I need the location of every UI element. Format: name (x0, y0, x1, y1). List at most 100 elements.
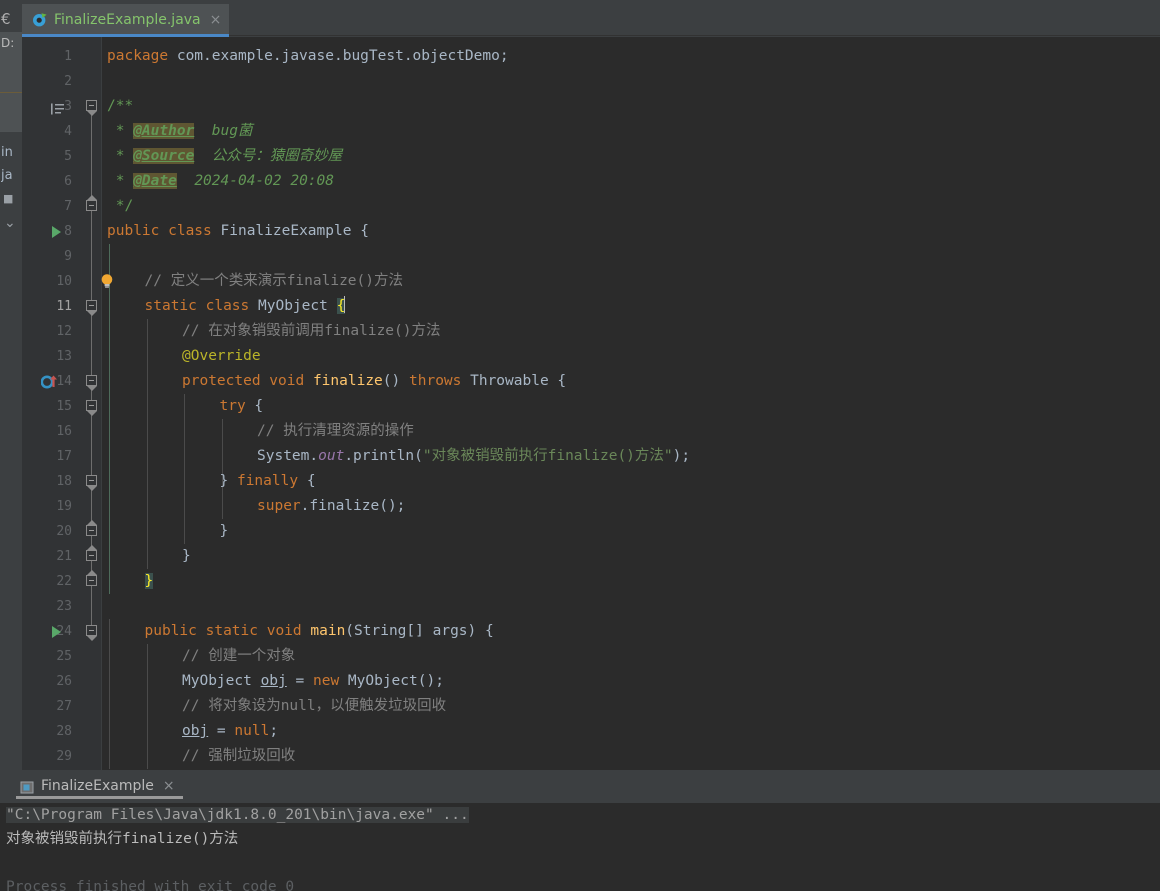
fold-end-icon[interactable] (86, 575, 97, 586)
code-line[interactable]: try { (102, 394, 1160, 419)
project-tree-selected-partial[interactable] (0, 92, 22, 112)
code-line[interactable]: } (102, 519, 1160, 544)
gutter-line[interactable]: 15 (22, 394, 80, 419)
gutter-line[interactable]: 9 (22, 244, 80, 269)
project-tree-partial[interactable]: D: (0, 32, 22, 132)
code-line[interactable]: // 创建一个对象 (102, 644, 1160, 669)
code-line[interactable]: */ (102, 194, 1160, 219)
code-token: ); (672, 448, 691, 464)
gutter-line[interactable]: 21 (22, 544, 80, 569)
gutter-line[interactable]: 26 (22, 669, 80, 694)
code-line[interactable] (102, 594, 1160, 619)
gutter-line[interactable]: 28 (22, 719, 80, 744)
code-editor[interactable]: package com.example.javase.bugTest.objec… (22, 37, 1160, 770)
fold-end-icon[interactable] (86, 525, 97, 536)
gutter-line[interactable]: 11 (22, 294, 80, 319)
intention-bulb-icon[interactable] (100, 273, 114, 289)
code-line[interactable]: /** (102, 94, 1160, 119)
console-output[interactable]: "C:\Program Files\Java\jdk1.8.0_201\bin\… (0, 803, 1160, 891)
close-icon[interactable]: × (210, 13, 222, 27)
code-line[interactable]: // 强制垃圾回收 (102, 744, 1160, 769)
gutter-line[interactable]: 23 (22, 594, 80, 619)
code-line[interactable] (102, 244, 1160, 269)
gutter-line[interactable]: 29 (22, 744, 80, 769)
gutter-line[interactable]: 5 (22, 144, 80, 169)
fold-collapse-icon[interactable] (86, 475, 97, 486)
run-arrow-icon[interactable] (52, 226, 61, 238)
gutter-line[interactable]: 4 (22, 119, 80, 144)
code-line[interactable]: } (102, 569, 1160, 594)
line-number: 15 (56, 399, 72, 414)
code-line[interactable]: static class MyObject { (102, 294, 1160, 319)
tree-collapse-partial[interactable]: ⌄ (4, 212, 22, 234)
code-line[interactable]: @Override (102, 344, 1160, 369)
code-token: String (354, 623, 407, 639)
code-token: new (312, 673, 348, 689)
javadoc-icon[interactable] (51, 100, 65, 115)
code-token: try (219, 398, 255, 414)
gutter-line[interactable]: 7 (22, 194, 80, 219)
code-token: obj (182, 723, 209, 739)
fold-collapse-icon[interactable] (86, 400, 97, 411)
gutter-line[interactable]: 1 (22, 44, 80, 69)
editor-code-area[interactable]: package com.example.javase.bugTest.objec… (102, 37, 1160, 770)
code-line[interactable]: MyObject obj = new MyObject(); (102, 669, 1160, 694)
gutter-line[interactable]: 27 (22, 694, 80, 719)
code-line[interactable]: * @Source 公众号：猿圈奇妙屋 (102, 144, 1160, 169)
gutter-line[interactable]: 24 (22, 619, 80, 644)
gutter-line[interactable]: 2 (22, 69, 80, 94)
close-icon[interactable]: × (163, 778, 175, 794)
fold-end-icon[interactable] (86, 550, 97, 561)
overriding-method-icon[interactable] (40, 374, 61, 389)
fold-collapse-icon[interactable] (86, 100, 97, 111)
fold-collapse-icon[interactable] (86, 375, 97, 386)
gutter-line[interactable]: 25 (22, 644, 80, 669)
gutter-line[interactable]: 12 (22, 319, 80, 344)
gutter-line[interactable]: 17 (22, 444, 80, 469)
code-line[interactable] (102, 69, 1160, 94)
gutter-line[interactable]: 14 (22, 369, 80, 394)
code-token: } (219, 473, 237, 489)
fold-collapse-icon[interactable] (86, 625, 97, 636)
line-number: 20 (56, 524, 72, 539)
code-line[interactable]: } (102, 544, 1160, 569)
code-line[interactable]: // 执行清理资源的操作 (102, 419, 1160, 444)
tree-node-partial-2[interactable]: ja (1, 165, 22, 187)
gutter-line[interactable]: 10 (22, 269, 113, 294)
tree-node-partial-1[interactable]: in (1, 142, 22, 164)
gutter-line[interactable]: 20 (22, 519, 80, 544)
code-line[interactable]: // 在对象销毁前调用finalize()方法 (102, 319, 1160, 344)
fold-collapse-icon[interactable] (86, 300, 97, 311)
code-line[interactable]: public static void main(String[] args) { (102, 619, 1160, 644)
gutter-line[interactable]: 22 (22, 569, 80, 594)
code-line[interactable]: System.out.println("对象被销毁前执行finalize()方法… (102, 444, 1160, 469)
gutter-line[interactable]: 16 (22, 419, 80, 444)
code-line[interactable]: * @Author bug菌 (102, 119, 1160, 144)
code-token: finally (236, 473, 307, 489)
tree-node-partial-3[interactable]: ■ (3, 188, 22, 210)
fold-end-icon[interactable] (86, 200, 97, 211)
line-number: 23 (56, 599, 72, 614)
code-line[interactable]: } finally { (102, 469, 1160, 494)
gutter-line[interactable]: 19 (22, 494, 80, 519)
gutter-line[interactable]: 3 (22, 94, 80, 119)
code-line[interactable]: * @Date 2024-04-02 20:08 (102, 169, 1160, 194)
code-line[interactable]: // 定义一个类来演示finalize()方法 (102, 269, 1160, 294)
gutter-line[interactable]: 6 (22, 169, 80, 194)
tab-finalize-example-java[interactable]: FinalizeExample.java × (22, 4, 230, 37)
code-line[interactable]: super.finalize(); (102, 494, 1160, 519)
code-line[interactable]: obj = null; (102, 719, 1160, 744)
run-arrow-icon[interactable] (52, 626, 61, 638)
code-line[interactable]: protected void finalize() throws Throwab… (102, 369, 1160, 394)
gutter-line[interactable]: 13 (22, 344, 80, 369)
code-line[interactable]: public class FinalizeExample { (102, 219, 1160, 244)
gutter-line[interactable]: 8 (22, 219, 80, 244)
line-number: 10 (56, 274, 72, 289)
code-line[interactable]: package com.example.javase.bugTest.objec… (102, 44, 1160, 69)
fold-tip (86, 111, 97, 116)
project-tool-window-edge[interactable]: € D: in ja ■ ⌄ (0, 0, 22, 770)
gutter-line[interactable]: 18 (22, 469, 80, 494)
fold-tip (86, 545, 97, 550)
code-line[interactable]: // 将对象设为null，以便触发垃圾回收 (102, 694, 1160, 719)
run-tab-finalize-example[interactable]: FinalizeExample × (16, 772, 183, 799)
